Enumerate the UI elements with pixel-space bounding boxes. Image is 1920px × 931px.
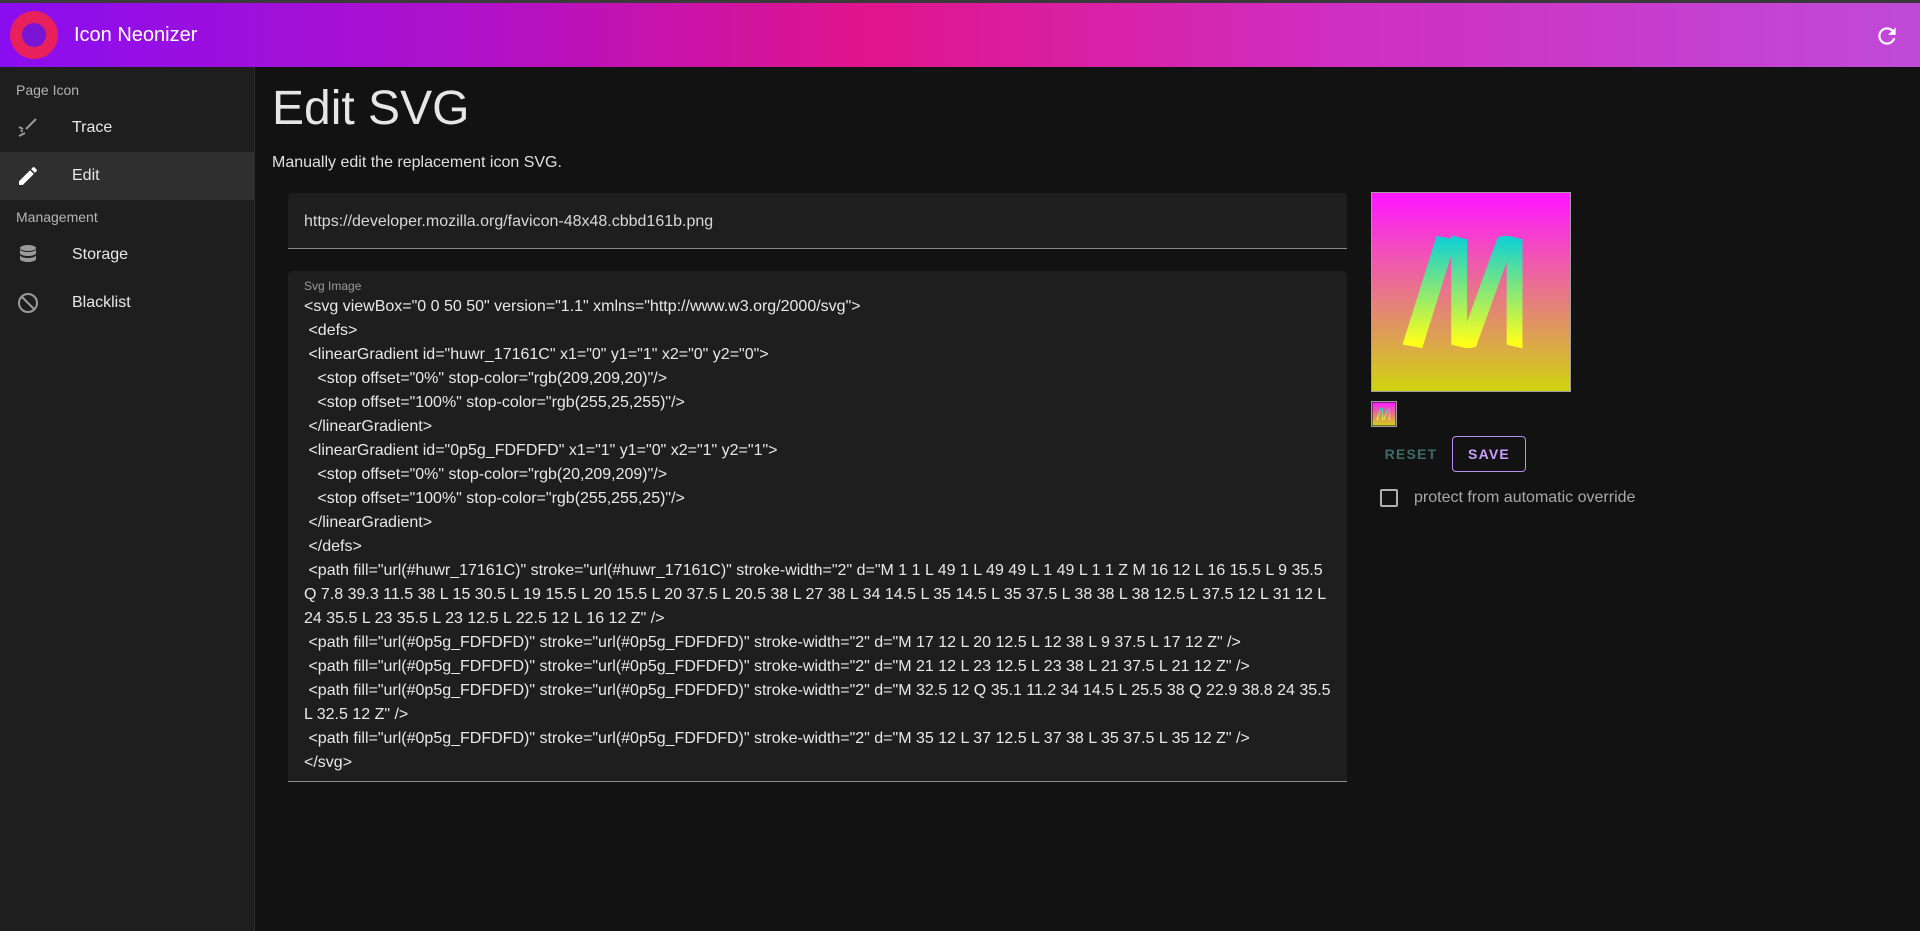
sidebar-item-edit[interactable]: Edit bbox=[0, 152, 254, 200]
sidebar-item-storage[interactable]: Storage bbox=[0, 231, 254, 279]
database-icon bbox=[20, 245, 36, 262]
protect-label: protect from automatic override bbox=[1414, 489, 1636, 506]
reset-button[interactable]: RESET bbox=[1371, 436, 1451, 472]
protect-checkbox[interactable] bbox=[1380, 489, 1398, 507]
svg-textarea[interactable]: <svg viewBox="0 0 50 50" version="1.1" x… bbox=[304, 295, 1339, 775]
sidebar-item-trace[interactable]: Trace bbox=[0, 104, 254, 152]
sidebar-item-label: Storage bbox=[72, 246, 129, 263]
sidebar-section-management: Management bbox=[16, 209, 98, 225]
sidebar-item-blacklist[interactable]: Blacklist bbox=[0, 279, 254, 327]
sidebar-section-page-icon: Page Icon bbox=[16, 82, 80, 98]
sidebar-item-label: Edit bbox=[72, 167, 100, 184]
svg-field-label: Svg Image bbox=[304, 279, 362, 293]
svg-editor-field[interactable]: Svg Image <svg viewBox="0 0 50 50" versi… bbox=[288, 271, 1347, 782]
app-title: Icon Neonizer bbox=[74, 24, 198, 46]
url-field[interactable]: https://developer.mozilla.org/favicon-48… bbox=[288, 193, 1347, 249]
protect-option[interactable]: protect from automatic override bbox=[1380, 489, 1635, 507]
app-bar: Icon Neonizer bbox=[0, 0, 1920, 67]
block-icon bbox=[18, 293, 38, 313]
save-button[interactable]: SAVE bbox=[1452, 436, 1526, 472]
url-value[interactable]: https://developer.mozilla.org/favicon-48… bbox=[304, 213, 713, 231]
pencil-icon bbox=[19, 166, 38, 185]
refresh-icon[interactable] bbox=[1874, 23, 1900, 49]
sidebar-item-label: Trace bbox=[72, 119, 113, 136]
icon-preview-small bbox=[1371, 401, 1397, 427]
page-title: Edit SVG bbox=[272, 82, 470, 135]
page-description: Manually edit the replacement icon SVG. bbox=[272, 154, 562, 171]
sidebar: Page Icon Trace Edit Management Storage … bbox=[0, 67, 255, 931]
trace-brush-icon bbox=[18, 118, 37, 137]
main-content: Edit SVG Manually edit the replacement i… bbox=[256, 67, 1920, 931]
icon-preview-large bbox=[1371, 192, 1571, 392]
sidebar-item-label: Blacklist bbox=[72, 294, 131, 311]
app-logo bbox=[10, 11, 58, 59]
